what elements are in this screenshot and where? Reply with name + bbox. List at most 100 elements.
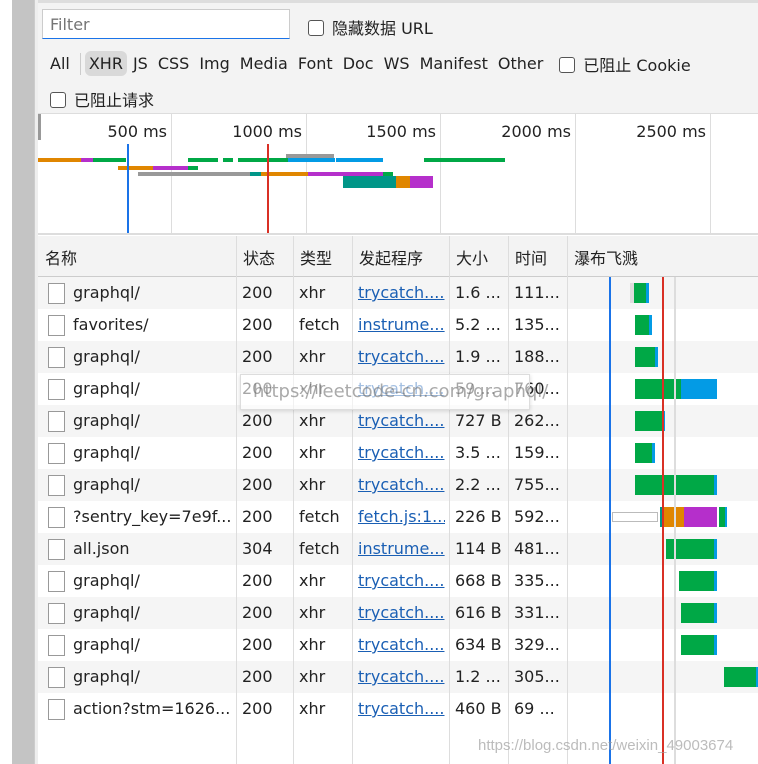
cell-type: xhr [299,667,326,686]
cell-name: graphql/ [73,603,140,622]
overview-scroll-handle[interactable] [38,114,41,140]
table-row[interactable]: graphql/200 xhr trycatch.... 616 B 331... [38,597,758,629]
column-divider [236,236,237,764]
cell-name: graphql/ [73,571,140,590]
table-row[interactable]: graphql/200 xhr trycatch.... 1.2 ... 305... [38,661,758,693]
cell-status: 200 [242,283,273,302]
cell-type: xhr [299,603,326,622]
column-divider [567,236,568,764]
overview-request-bar [118,166,153,170]
initiator-link[interactable]: instrume... [358,315,445,334]
cell-time: 331... [514,603,560,622]
waterfall-bar [714,603,717,623]
initiator-link[interactable]: trycatch.... [358,667,445,686]
column-header-type[interactable]: 类型 [300,245,332,269]
column-divider [508,236,509,764]
filter-type-manifest[interactable]: Manifest [416,51,492,76]
checkbox-icon[interactable] [308,20,324,36]
cell-type: xhr [299,475,326,494]
overview-request-bar [343,184,396,188]
cell-name: graphql/ [73,347,140,366]
table-row[interactable]: graphql/200 xhr trycatch.... 634 B 329... [38,629,758,661]
cell-type: xhr [299,283,326,302]
cell-time: 188... [514,347,560,366]
file-icon [48,667,65,688]
cell-status: 200 [242,635,273,654]
waterfall-bar [634,283,646,303]
overview-request-bar [396,184,410,188]
cell-name: graphql/ [73,379,140,398]
column-header-time[interactable]: 时间 [515,245,547,269]
initiator-link[interactable]: trycatch.... [358,635,445,654]
blocked-requests-checkbox[interactable]: 已阻止请求 [50,87,154,111]
filter-type-doc[interactable]: Doc [339,51,378,76]
checkbox-icon[interactable] [559,56,576,73]
initiator-link[interactable]: trycatch.... [358,475,445,494]
column-header-initiator[interactable]: 发起程序 [359,245,423,269]
cell-size: 616 B [455,603,502,622]
waterfall-bar [635,443,652,463]
filter-type-xhr[interactable]: XHR [84,51,127,76]
file-icon [48,635,65,656]
cell-size: 727 B [455,411,502,430]
file-icon [48,507,65,528]
filter-type-ws[interactable]: WS [380,51,414,76]
cell-status: 200 [242,347,273,366]
initiator-link[interactable]: trycatch.... [358,699,445,718]
waterfall-bar [714,475,717,495]
cell-name: ?sentry_key=7e9f... [73,507,231,526]
cell-name: favorites/ [73,315,149,334]
cell-type: xhr [299,571,326,590]
cell-status: 200 [242,667,273,686]
checkbox-icon[interactable] [50,92,66,108]
table-row[interactable]: graphql/200 xhr trycatch.... 1.6 ... 111... [38,277,758,309]
cell-status: 200 [242,475,273,494]
waterfall-bar [635,347,655,367]
cell-time: 135... [514,315,560,334]
overview-request-bar [153,166,188,170]
hide-data-url-label: 隐藏数据 URL [332,19,433,38]
initiator-link[interactable]: trycatch.... [358,603,445,622]
initiator-link[interactable]: instrume... [358,539,445,558]
cell-type: xhr [299,347,326,366]
load-event-line [267,144,269,233]
overview-gridline [575,114,576,233]
filter-type-font[interactable]: Font [294,51,337,76]
column-header-name[interactable]: 名称 [45,245,77,269]
cell-type: xhr [299,443,326,462]
hide-data-url-checkbox[interactable]: 隐藏数据 URL [308,15,433,39]
table-row[interactable]: graphql/200 xhr trycatch.... 668 B 335... [38,565,758,597]
cell-size: 2.2 ... [455,475,501,494]
initiator-link[interactable]: trycatch.... [358,283,445,302]
filter-type-all[interactable]: All [46,51,74,76]
initiator-link[interactable]: fetch.js:1... [358,507,445,526]
cell-name: graphql/ [73,475,140,494]
column-header-size[interactable]: 大小 [456,245,488,269]
initiator-link[interactable]: trycatch.... [358,411,445,430]
table-row[interactable]: action?stm=1626... 200 xhr trycatch.... 460 … [38,693,758,725]
initiator-link[interactable]: trycatch.... [358,347,445,366]
cell-type: fetch [299,315,340,334]
table-row[interactable]: all.json 304 fetch instrume... 114 B 481... [38,533,758,565]
blocked-cookies-checkbox[interactable]: 已阻止 Cookie [559,52,691,76]
filter-type-css[interactable]: CSS [154,51,193,76]
initiator-link[interactable]: trycatch.... [358,443,445,462]
filter-input[interactable] [42,9,290,39]
timeline-overview[interactable]: 500 ms 1000 ms 1500 ms 2000 ms 2500 ms [38,113,758,235]
initiator-link[interactable]: trycatch.... [358,571,445,590]
cell-type: xhr [299,411,326,430]
filter-type-js[interactable]: JS [129,51,152,76]
cell-time: 592... [514,507,560,526]
cell-status: 200 [242,507,273,526]
blocked-requests-label: 已阻止请求 [74,91,155,110]
overview-request-bar [286,154,334,158]
column-header-status[interactable]: 状态 [243,245,275,269]
filter-type-other[interactable]: Other [494,51,547,76]
filter-type-img[interactable]: Img [195,51,233,76]
filter-type-media[interactable]: Media [236,51,292,76]
overview-request-bar [93,158,126,162]
cell-size: 1.6 ... [455,283,501,302]
column-header-waterfall[interactable]: 瀑布飞溅 [574,245,638,269]
file-icon [48,347,65,368]
cell-status: 200 [242,411,273,430]
